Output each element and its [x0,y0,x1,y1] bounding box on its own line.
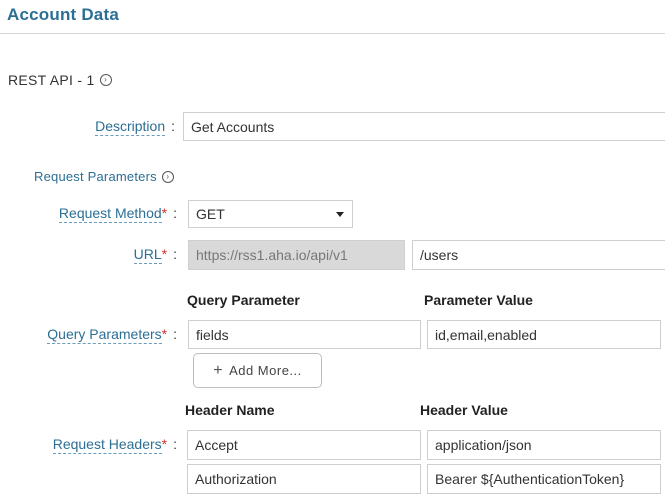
query-param-value-input[interactable]: id,email,enabled [427,320,661,349]
header-name-column-header: Header Name [185,402,275,418]
parameter-value-column-header: Parameter Value [424,292,533,308]
header-value-input[interactable]: application/json [427,430,661,460]
request-parameters-header[interactable]: Request Parameters › [34,169,174,184]
query-parameter-column-header: Query Parameter [187,292,300,308]
plus-icon: + [213,361,224,379]
url-base-field: https://rss1.aha.io/api/v1 [188,240,405,270]
chevron-right-circle-icon[interactable]: › [161,170,174,183]
section-title: REST API - 1 [8,72,95,88]
request-parameters-label: Request Parameters [34,169,157,184]
url-path-input[interactable]: /users [412,240,665,270]
header-name-input[interactable]: Authorization [187,464,421,494]
request-method-label: Request Method*: [58,205,177,223]
description-input[interactable]: Get Accounts [183,112,665,141]
request-headers-label: Request Headers*: [52,436,177,454]
add-more-button[interactable]: + Add More... [193,353,322,388]
url-label: URL*: [133,246,177,264]
description-label: Description: [95,118,175,136]
add-more-label: Add More... [229,363,302,378]
header-name-input[interactable]: Accept [187,430,421,460]
header-value-column-header: Header Value [420,402,508,418]
chevron-right-circle-icon[interactable]: › [99,74,112,86]
request-method-select[interactable]: GET [188,200,353,228]
title-divider [0,33,665,34]
request-method-value: GET [196,206,225,222]
query-param-name-input[interactable]: fields [188,320,421,349]
caret-down-icon [336,212,344,217]
query-parameters-label: Query Parameters*: [47,326,177,344]
section-header[interactable]: REST API - 1 › [8,72,112,88]
header-value-input[interactable]: Bearer ${AuthenticationToken} [427,464,661,494]
page-title: Account Data [7,5,119,24]
